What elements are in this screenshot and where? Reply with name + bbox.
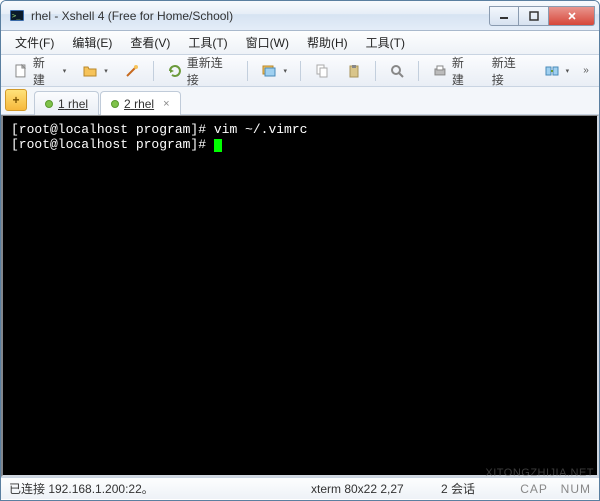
statusbar: 已连接 192.168.1.200:22。 xterm 80x22 2,27 2… bbox=[1, 477, 599, 499]
sessions-button[interactable]: ▾ bbox=[255, 59, 293, 83]
menu-view[interactable]: 查看(V) bbox=[122, 32, 178, 53]
menubar: 文件(F) 编辑(E) 查看(V) 工具(T) 窗口(W) 帮助(H) 工具(T… bbox=[1, 31, 599, 55]
reconnect-label: 重新连接 bbox=[187, 54, 235, 88]
transfer-icon bbox=[544, 63, 560, 79]
status-terminal-info: xterm 80x22 2,27 bbox=[311, 482, 441, 496]
copy-button[interactable] bbox=[308, 59, 336, 83]
app-icon: >_ bbox=[9, 8, 25, 24]
new-label: 新建 bbox=[33, 54, 57, 88]
open-button[interactable]: ▾ bbox=[76, 59, 114, 83]
transfer-button[interactable]: ▾ bbox=[538, 59, 576, 83]
printer-icon bbox=[432, 63, 448, 79]
tab-label: 2 rhel bbox=[124, 97, 154, 111]
reconnect-button[interactable]: 重新连接 bbox=[161, 59, 241, 83]
toolbar-separator bbox=[153, 61, 154, 81]
paste-button[interactable] bbox=[340, 59, 368, 83]
terminal[interactable]: [root@localhost program]# vim ~/.vimrc [… bbox=[1, 115, 599, 477]
newconn-button[interactable]: 新连接 bbox=[486, 59, 534, 83]
new2-label: 新建 bbox=[452, 54, 476, 88]
status-connection: 已连接 192.168.1.200:22。 bbox=[9, 480, 311, 497]
menu-tools2[interactable]: 工具(T) bbox=[358, 32, 413, 53]
menu-window[interactable]: 窗口(W) bbox=[238, 32, 297, 53]
status-caps: CAP NUM bbox=[501, 480, 591, 497]
maximize-button[interactable] bbox=[519, 6, 549, 26]
menu-tools[interactable]: 工具(T) bbox=[180, 32, 235, 53]
command-text: vim ~/.vimrc bbox=[206, 122, 307, 137]
copy-icon bbox=[314, 63, 330, 79]
prompt: [root@localhost program]# bbox=[11, 137, 206, 152]
svg-text:>_: >_ bbox=[12, 12, 21, 20]
prompt: [root@localhost program]# bbox=[11, 122, 206, 137]
search-icon bbox=[389, 63, 405, 79]
find-button[interactable] bbox=[383, 59, 411, 83]
status-dot-icon bbox=[45, 100, 53, 108]
newconn-label: 新连接 bbox=[492, 54, 528, 88]
paste-icon bbox=[346, 63, 362, 79]
toolbar: 新建 ▾ ▾ 重新连接 ▾ bbox=[1, 55, 599, 87]
command-text bbox=[206, 137, 214, 152]
menu-edit[interactable]: 编辑(E) bbox=[64, 32, 120, 53]
new-button[interactable]: 新建 ▾ bbox=[7, 59, 72, 83]
tab-1-rhel[interactable]: 1 rhel bbox=[34, 91, 99, 115]
new2-button[interactable]: 新建 bbox=[426, 59, 482, 83]
close-button[interactable] bbox=[549, 6, 595, 26]
new-file-icon bbox=[13, 63, 29, 79]
status-sessions: 2 会话 bbox=[441, 480, 501, 497]
tab-2-rhel[interactable]: 2 rhel × bbox=[100, 91, 180, 115]
watermark: XITONGZHIJIA.NET bbox=[485, 467, 594, 479]
toolbar-overflow[interactable]: » bbox=[579, 65, 593, 76]
cursor bbox=[214, 139, 222, 152]
folder-open-icon bbox=[82, 63, 98, 79]
window-title: rhel - Xshell 4 (Free for Home/School) bbox=[31, 9, 489, 23]
toolbar-separator bbox=[300, 61, 301, 81]
toolbar-separator bbox=[375, 61, 376, 81]
toolbar-separator bbox=[247, 61, 248, 81]
titlebar: >_ rhel - Xshell 4 (Free for Home/School… bbox=[1, 1, 599, 31]
wand-icon bbox=[124, 63, 140, 79]
menu-file[interactable]: 文件(F) bbox=[7, 32, 62, 53]
toolbar-separator bbox=[418, 61, 419, 81]
tab-label: 1 rhel bbox=[58, 97, 88, 111]
status-dot-icon bbox=[111, 100, 119, 108]
sessions-icon bbox=[261, 63, 277, 79]
reconnect-icon bbox=[167, 63, 183, 79]
window-controls bbox=[489, 6, 595, 26]
properties-button[interactable] bbox=[118, 59, 146, 83]
tabbar: + 1 rhel 2 rhel × bbox=[1, 87, 599, 115]
menu-help[interactable]: 帮助(H) bbox=[299, 32, 356, 53]
add-tab-button[interactable]: + bbox=[5, 89, 27, 111]
close-tab-icon[interactable]: × bbox=[163, 98, 169, 110]
plus-icon: + bbox=[12, 93, 19, 107]
minimize-button[interactable] bbox=[489, 6, 519, 26]
